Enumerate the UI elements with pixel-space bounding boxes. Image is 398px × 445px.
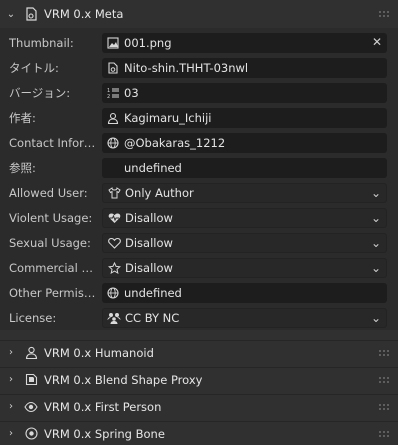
spring-bone-panel-header[interactable]: › VRM 0.x Spring Bone xyxy=(0,421,398,445)
eye-icon xyxy=(22,399,40,415)
file-icon xyxy=(22,6,40,22)
file-icon xyxy=(102,58,124,78)
drag-grip-icon[interactable] xyxy=(378,403,390,411)
violent-usage-row: Violent Usage: Disallow ⌄ xyxy=(0,207,398,229)
armature-user-icon xyxy=(22,345,40,361)
image-icon xyxy=(102,33,124,53)
allowed-user-value: Only Author xyxy=(125,186,194,200)
sexual-usage-dropdown[interactable]: Disallow ⌄ xyxy=(102,233,387,253)
commercial-usage-row: Commercial Us··· Disallow ⌄ xyxy=(0,257,398,279)
user-icon xyxy=(102,108,124,128)
author-field[interactable]: Kagimaru_Ichiji xyxy=(102,108,387,128)
version-field[interactable]: 12 03 xyxy=(102,83,387,103)
numbered-list-icon: 12 xyxy=(102,83,124,103)
violent-usage-dropdown[interactable]: Disallow ⌄ xyxy=(102,208,387,228)
license-label: License: xyxy=(9,311,57,325)
first-person-panel-title: VRM 0.x First Person xyxy=(44,399,162,414)
shirt-icon xyxy=(103,183,125,203)
sexual-usage-value: Disallow xyxy=(125,236,173,250)
chevron-down-icon: ⌄ xyxy=(6,8,16,20)
sexual-usage-row: Sexual Usage: Disallow ⌄ xyxy=(0,232,398,254)
commercial-usage-dropdown[interactable]: Disallow ⌄ xyxy=(102,258,387,278)
drag-grip-icon[interactable] xyxy=(378,10,390,18)
chevron-down-icon: ⌄ xyxy=(370,186,381,200)
contact-label: Contact Inform··· xyxy=(9,136,99,150)
reference-value: undefined xyxy=(124,161,182,175)
title-field[interactable]: Nito-shin.THHT-03nwl xyxy=(102,58,387,78)
first-person-panel-header[interactable]: › VRM 0.x First Person xyxy=(0,394,398,418)
title-label: タイトル: xyxy=(9,61,59,75)
drag-grip-icon[interactable] xyxy=(378,349,390,357)
chevron-right-icon: › xyxy=(9,374,13,385)
allowed-user-label: Allowed User: xyxy=(9,186,88,200)
blend-shape-panel-header[interactable]: › VRM 0.x Blend Shape Proxy xyxy=(0,367,398,391)
other-permission-label: Other Permissio··· xyxy=(9,286,99,300)
community-icon xyxy=(103,308,125,328)
meta-panel-header[interactable]: ⌄ VRM 0.x Meta xyxy=(0,2,398,26)
violent-usage-value: Disallow xyxy=(125,211,173,225)
chevron-right-icon: › xyxy=(9,428,13,439)
contact-row: Contact Inform··· @Obakaras_1212 xyxy=(0,132,398,154)
title-value: Nito-shin.THHT-03nwl xyxy=(124,61,249,75)
drag-grip-icon[interactable] xyxy=(378,430,390,438)
chevron-down-icon: ⌄ xyxy=(370,261,381,275)
chevron-right-icon: › xyxy=(9,401,13,412)
thumbnail-label: Thumbnail: xyxy=(9,36,74,50)
humanoid-panel-title: VRM 0.x Humanoid xyxy=(44,345,154,360)
contact-value: @Obakaras_1212 xyxy=(124,136,226,150)
spring-bone-panel-title: VRM 0.x Spring Bone xyxy=(44,426,165,441)
license-value: CC BY NC xyxy=(125,311,180,325)
thumbnail-row: Thumbnail: 001.png ✕ xyxy=(0,32,398,54)
heartbeat-icon xyxy=(103,208,125,228)
thumbnail-field[interactable]: 001.png ✕ xyxy=(102,33,387,53)
drag-grip-icon[interactable] xyxy=(378,376,390,384)
globe-icon xyxy=(102,283,124,303)
shape-key-icon xyxy=(22,372,40,388)
contact-field[interactable]: @Obakaras_1212 xyxy=(102,133,387,153)
chevron-down-icon: ⌄ xyxy=(370,236,381,250)
chevron-right-icon: › xyxy=(9,347,13,358)
thumbnail-value: 001.png xyxy=(124,36,172,50)
allowed-user-dropdown[interactable]: Only Author ⌄ xyxy=(102,183,387,203)
other-permission-field[interactable]: undefined xyxy=(102,283,387,303)
commercial-usage-value: Disallow xyxy=(125,261,173,275)
author-value: Kagimaru_Ichiji xyxy=(124,111,212,125)
version-label: バージョン: xyxy=(9,86,71,100)
reference-row: 参照: undefined xyxy=(0,157,398,179)
chevron-down-icon: ⌄ xyxy=(370,211,381,225)
sexual-usage-label: Sexual Usage: xyxy=(9,236,91,250)
other-permission-value: undefined xyxy=(124,286,182,300)
humanoid-panel-header[interactable]: › VRM 0.x Humanoid xyxy=(0,340,398,364)
meta-panel-body: Thumbnail: 001.png ✕ タイトル: Nito-shin.THH… xyxy=(0,28,398,330)
author-label: 作者: xyxy=(9,111,36,125)
reference-field[interactable]: undefined xyxy=(102,158,387,178)
clear-icon[interactable]: ✕ xyxy=(372,35,382,49)
globe-icon xyxy=(102,133,124,153)
physics-icon xyxy=(22,426,40,442)
other-permission-row: Other Permissio··· undefined xyxy=(0,282,398,304)
violent-usage-label: Violent Usage: xyxy=(9,211,93,225)
star-icon xyxy=(103,258,125,278)
meta-panel-title: VRM 0.x Meta xyxy=(44,7,124,21)
commercial-usage-label: Commercial Us··· xyxy=(9,261,99,275)
blend-shape-panel-title: VRM 0.x Blend Shape Proxy xyxy=(44,372,203,387)
title-row: タイトル: Nito-shin.THHT-03nwl xyxy=(0,57,398,79)
license-row: License: CC BY NC ⌄ xyxy=(0,307,398,329)
version-value: 03 xyxy=(124,86,139,100)
version-row: バージョン: 12 03 xyxy=(0,82,398,104)
heart-icon xyxy=(103,233,125,253)
author-row: 作者: Kagimaru_Ichiji xyxy=(0,107,398,129)
reference-label: 参照: xyxy=(9,161,36,175)
license-dropdown[interactable]: CC BY NC ⌄ xyxy=(102,308,387,328)
svg-text:2: 2 xyxy=(107,94,110,99)
chevron-down-icon: ⌄ xyxy=(370,311,381,325)
allowed-user-row: Allowed User: Only Author ⌄ xyxy=(0,182,398,204)
